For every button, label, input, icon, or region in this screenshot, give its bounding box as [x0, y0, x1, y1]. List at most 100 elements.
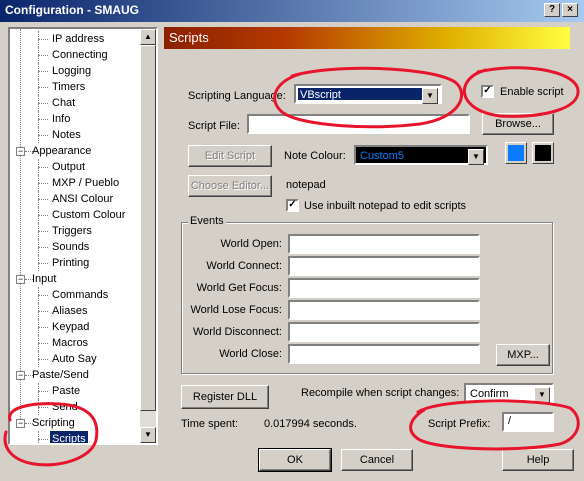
tree-item-mxp-pueblo[interactable]: MXP / Pueblo: [50, 175, 121, 191]
tree-child-line: [38, 159, 39, 175]
enable-script-label: Enable script: [500, 86, 564, 98]
help-button[interactable]: Help: [502, 449, 574, 471]
chevron-down-icon[interactable]: ▼: [468, 149, 484, 165]
note-colour-select[interactable]: Custom5 ▼: [354, 145, 488, 165]
tree-item-chat[interactable]: Chat: [50, 95, 77, 111]
tree-child-line: [38, 223, 39, 239]
tree-branch-line: [38, 39, 48, 40]
tree-item-printing[interactable]: Printing: [50, 255, 91, 271]
scripting-language-label: Scripting Language:: [188, 90, 286, 102]
tree-item-scripting[interactable]: Scripting: [30, 415, 77, 431]
tree-item-triggers[interactable]: Triggers: [50, 223, 94, 239]
tree-child-line: [38, 351, 39, 367]
tree-child-line: [38, 383, 39, 399]
script-file-input[interactable]: [247, 114, 470, 134]
tree-child-line: [38, 399, 39, 415]
tree-scrollbar[interactable]: ▲ ▼: [140, 29, 156, 443]
tree-item-auto-say[interactable]: Auto Say: [50, 351, 99, 367]
tree-branch-line: [38, 135, 48, 136]
collapse-icon[interactable]: −: [16, 147, 25, 156]
note-background-swatch[interactable]: [532, 142, 554, 164]
tree-item-aliases[interactable]: Aliases: [50, 303, 89, 319]
tree-child-line: [38, 79, 39, 95]
tree-item-paste-send[interactable]: Paste/Send: [30, 367, 91, 383]
scroll-up-icon[interactable]: ▲: [140, 29, 156, 45]
settings-tree[interactable]: IP address Connecting Logging Timers Chat Inf…: [8, 27, 158, 445]
tree-item-custom-colour[interactable]: Custom Colour: [50, 207, 127, 223]
register-dll-button[interactable]: Register DLL: [181, 385, 269, 409]
event-input[interactable]: [288, 234, 480, 254]
tree-branch-line: [38, 231, 48, 232]
ok-button[interactable]: OK: [258, 448, 332, 472]
recompile-label: Recompile when script changes:: [301, 387, 460, 399]
cancel-button[interactable]: Cancel: [341, 449, 413, 471]
close-icon[interactable]: ×: [562, 3, 578, 17]
help-icon[interactable]: ?: [544, 3, 560, 17]
tree-child-line: [38, 319, 39, 335]
event-label: World Close:: [219, 348, 282, 360]
scripting-language-select[interactable]: VBscript ▼: [294, 84, 442, 104]
tree-branch-line: [38, 55, 48, 56]
collapse-icon[interactable]: −: [16, 419, 25, 428]
mxp-button[interactable]: MXP...: [496, 344, 550, 366]
browse-button[interactable]: Browse...: [482, 113, 554, 135]
event-input[interactable]: [288, 278, 480, 298]
tree-item-appearance[interactable]: Appearance: [30, 143, 93, 159]
tree-item-connecting[interactable]: Connecting: [50, 47, 110, 63]
tree-item-scripts[interactable]: Scripts: [49, 430, 89, 443]
tree-branch-line: [38, 263, 48, 264]
event-input[interactable]: [288, 322, 480, 342]
recompile-select[interactable]: Confirm ▼: [464, 383, 554, 403]
scripting-language-value: VBscript: [298, 88, 422, 101]
script-prefix-label: Script Prefix:: [428, 418, 491, 430]
time-spent-label: Time spent:: [181, 418, 239, 430]
tree-branch-line: [38, 103, 48, 104]
tree-child-line: [38, 175, 39, 191]
chevron-down-icon[interactable]: ▼: [422, 88, 438, 104]
tree-branch-line: [38, 391, 48, 392]
note-colour-value: Custom5: [358, 149, 468, 162]
script-file-label: Script File:: [188, 120, 240, 132]
tree-item-paste[interactable]: Paste: [50, 383, 82, 399]
collapse-icon[interactable]: −: [16, 275, 25, 284]
scroll-down-icon[interactable]: ▼: [140, 427, 156, 443]
tree-child-line: [38, 335, 39, 351]
tree-item-keypad[interactable]: Keypad: [50, 319, 91, 335]
event-input[interactable]: [288, 344, 480, 364]
collapse-icon[interactable]: −: [16, 371, 25, 380]
tree-item-ansi-colour[interactable]: ANSI Colour: [50, 191, 115, 207]
tree-branch-line: [38, 247, 48, 248]
tree-child-line: [38, 31, 39, 47]
tree-item-input[interactable]: Input: [30, 271, 58, 287]
tree-item-macros[interactable]: Macros: [50, 335, 90, 351]
chevron-down-icon[interactable]: ▼: [534, 387, 550, 403]
tree-item-send[interactable]: Send: [50, 399, 80, 415]
event-label: World Lose Focus:: [190, 304, 282, 316]
tree-child-line: [38, 303, 39, 319]
tree-child-line: [38, 239, 39, 255]
tree-item-commands[interactable]: Commands: [50, 287, 110, 303]
choose-editor-button[interactable]: Choose Editor...: [188, 175, 272, 197]
tree-item-output[interactable]: Output: [50, 159, 87, 175]
tree-child-line: [38, 47, 39, 63]
tree-branch-line: [38, 119, 48, 120]
script-prefix-input[interactable]: /: [502, 412, 554, 432]
edit-script-button[interactable]: Edit Script: [188, 145, 272, 167]
title-bar: Configuration - SMAUG ? ×: [0, 0, 584, 22]
tree-item-sounds[interactable]: Sounds: [50, 239, 91, 255]
tree-root-line: [20, 29, 21, 423]
tree-item-timers[interactable]: Timers: [50, 79, 87, 95]
tree-item-notes[interactable]: Notes: [50, 127, 83, 143]
enable-script-checkbox[interactable]: ✓: [481, 85, 494, 98]
tree-item-ip-address[interactable]: IP address: [50, 31, 106, 47]
tree-branch-line: [38, 167, 48, 168]
note-foreground-swatch[interactable]: [505, 142, 527, 164]
use-inbuilt-notepad-label: Use inbuilt notepad to edit scripts: [304, 200, 467, 212]
event-input[interactable]: [288, 300, 480, 320]
use-inbuilt-notepad-checkbox[interactable]: ✓: [286, 199, 299, 212]
swatch-bg-fill: [535, 145, 551, 161]
event-input[interactable]: [288, 256, 480, 276]
scroll-thumb[interactable]: [140, 45, 156, 411]
tree-item-info[interactable]: Info: [50, 111, 72, 127]
tree-item-logging[interactable]: Logging: [50, 63, 93, 79]
